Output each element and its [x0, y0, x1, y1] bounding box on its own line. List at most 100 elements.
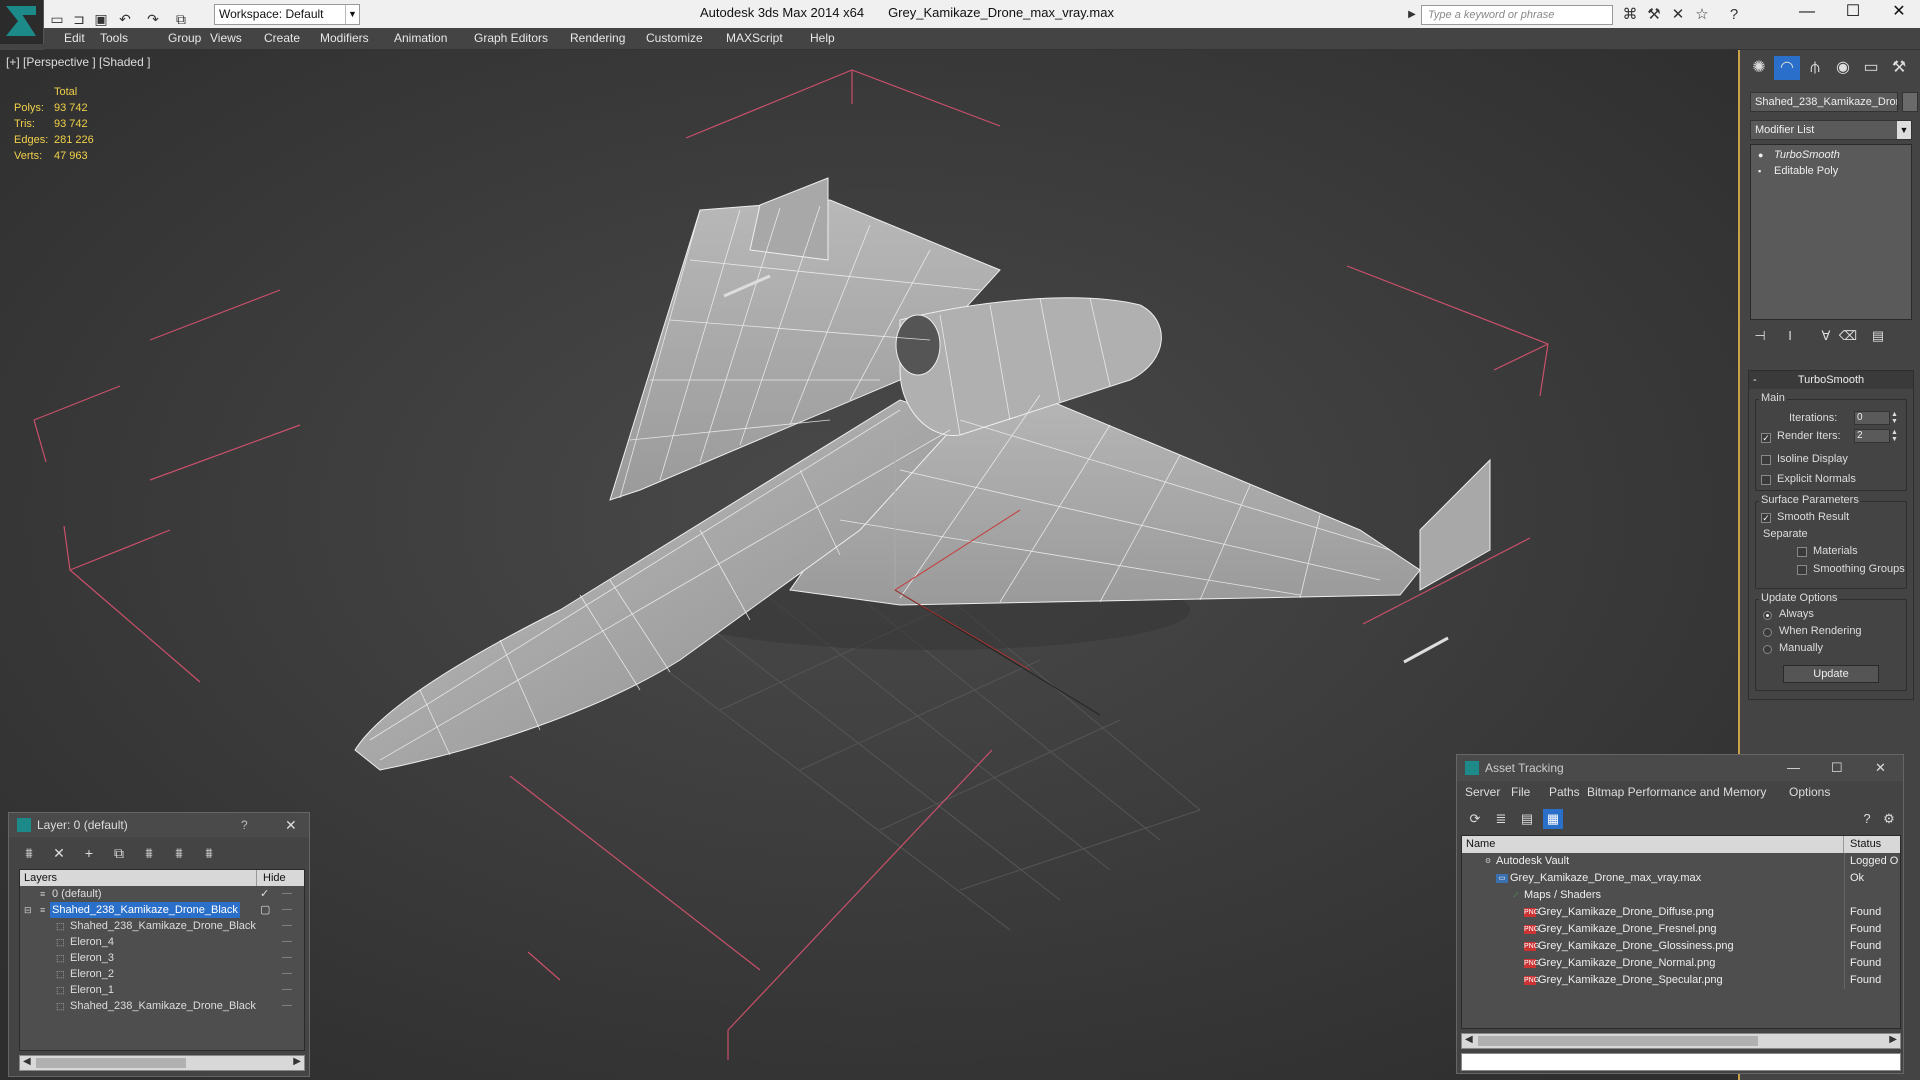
delete-layer-icon[interactable]: ✕: [49, 843, 69, 863]
motion-tab-icon[interactable]: ◉: [1830, 56, 1856, 80]
rollout-header[interactable]: - TurboSmooth: [1749, 371, 1913, 389]
new-file-icon[interactable]: ▭: [48, 10, 66, 28]
menu-rendering[interactable]: Rendering: [570, 31, 625, 45]
when-rendering-radio[interactable]: [1763, 628, 1772, 637]
hide-toggle[interactable]: —: [282, 982, 292, 998]
scroll-right-icon[interactable]: ▶: [1889, 1034, 1897, 1045]
asset-row[interactable]: PNG Grey_Kamikaze_Drone_Diffuse.png Found: [1462, 904, 1900, 921]
close-icon[interactable]: ✕: [285, 813, 297, 837]
materials-checkbox[interactable]: [1797, 547, 1807, 557]
smoothing-groups-checkbox[interactable]: [1797, 565, 1807, 575]
smooth-result-checkbox[interactable]: ✓: [1761, 513, 1771, 523]
modify-tab-icon[interactable]: ◠: [1774, 56, 1800, 80]
communication-center-icon[interactable]: ⚒: [1644, 5, 1664, 25]
highlight-layer-icon[interactable]: ⩩: [139, 843, 159, 863]
menu-create[interactable]: Create: [264, 31, 300, 45]
asset-menu-paths[interactable]: Paths: [1549, 785, 1580, 799]
maximize-icon[interactable]: ☐: [1830, 0, 1876, 26]
undo-icon[interactable]: ↶: [116, 10, 134, 28]
menu-views[interactable]: Views: [210, 31, 242, 45]
minimize-icon[interactable]: —: [1787, 755, 1800, 781]
close-icon[interactable]: ✕: [1876, 0, 1920, 26]
asset-menu-server[interactable]: Server: [1465, 785, 1500, 799]
object-row[interactable]: ⬚ Eleron_4 —: [20, 934, 304, 950]
object-row[interactable]: ⬚ Shahed_238_Kamikaze_Drone_Black —: [20, 918, 304, 934]
remove-modifier-icon[interactable]: ⌫: [1838, 326, 1858, 346]
asset-window-titlebar[interactable]: Asset Tracking — ☐ ✕: [1457, 755, 1903, 781]
help-icon[interactable]: ?: [1857, 809, 1877, 829]
scroll-right-icon[interactable]: ▶: [293, 1056, 301, 1067]
favorites-star-icon[interactable]: ☆: [1692, 5, 1712, 25]
layers-column-header[interactable]: Layers: [24, 870, 57, 886]
about-icon[interactable]: ⚙: [1879, 809, 1899, 829]
layer-row[interactable]: ≡ 0 (default) ✓ —: [20, 886, 304, 902]
menu-maxscript[interactable]: MAXScript: [726, 31, 783, 45]
status-column-header[interactable]: Status: [1843, 836, 1881, 853]
menu-edit[interactable]: Edit: [64, 31, 85, 45]
utilities-tab-icon[interactable]: ⚒: [1886, 56, 1912, 80]
hierarchy-tab-icon[interactable]: ⫛: [1802, 56, 1828, 80]
list-view-icon[interactable]: ≣: [1491, 809, 1511, 829]
asset-menu-file[interactable]: File: [1511, 785, 1530, 799]
close-icon[interactable]: ✕: [1875, 755, 1886, 781]
make-unique-icon[interactable]: ∀: [1816, 326, 1836, 346]
hide-toggle[interactable]: —: [282, 998, 292, 1014]
hide-toggle[interactable]: —: [282, 886, 292, 902]
asset-row[interactable]: ▭ Grey_Kamikaze_Drone_max_vray.max Ok: [1462, 870, 1900, 887]
add-layer-icon[interactable]: +: [79, 843, 99, 863]
hide-toggle[interactable]: —: [282, 934, 292, 950]
hide-toggle[interactable]: —: [282, 918, 292, 934]
scroll-left-icon[interactable]: ◀: [23, 1056, 31, 1067]
always-radio[interactable]: [1763, 611, 1772, 620]
object-row[interactable]: ⬚ Eleron_1 —: [20, 982, 304, 998]
object-row[interactable]: ⬚ Shahed_238_Kamikaze_Drone_Black —: [20, 998, 304, 1014]
asset-menu-bitmap-performance-and-memory[interactable]: Bitmap Performance and Memory: [1587, 785, 1766, 799]
object-color-swatch[interactable]: [1902, 92, 1918, 112]
save-icon[interactable]: ▣: [92, 10, 110, 28]
spinner-arrows-icon[interactable]: ▲ ▼: [1891, 411, 1899, 425]
asset-menu-options[interactable]: Options: [1789, 785, 1830, 799]
spinner-arrows-icon[interactable]: ▲ ▼: [1891, 429, 1899, 443]
object-row[interactable]: ⬚ Eleron_2 —: [20, 966, 304, 982]
hide-column-header[interactable]: Hide: [256, 870, 304, 886]
manually-radio[interactable]: [1763, 645, 1772, 654]
modifier-list-dropdown[interactable]: Modifier List ▼: [1750, 120, 1912, 140]
scroll-thumb[interactable]: [1478, 1036, 1758, 1046]
refresh-icon[interactable]: ⟳: [1465, 809, 1485, 829]
layer-horizontal-scrollbar[interactable]: ◀ ▶: [19, 1055, 305, 1071]
explicit-normals-checkbox[interactable]: [1761, 475, 1771, 485]
viewport-label[interactable]: [+] [Perspective ] [Shaded ]: [6, 55, 150, 69]
asset-horizontal-scrollbar[interactable]: ◀ ▶: [1461, 1033, 1901, 1049]
layer-window-titlebar[interactable]: Layer: 0 (default)? ✕: [9, 813, 309, 837]
menu-modifiers[interactable]: Modifiers: [320, 31, 369, 45]
configure-modifier-sets-icon[interactable]: ▤: [1868, 326, 1888, 346]
open-file-icon[interactable]: ⊐: [70, 10, 88, 28]
layers-stack-icon[interactable]: ⩩: [19, 843, 39, 863]
scroll-left-icon[interactable]: ◀: [1465, 1034, 1473, 1045]
active-check-icon[interactable]: ✓: [260, 886, 269, 902]
application-button[interactable]: [0, 0, 44, 44]
expand-plus-icon[interactable]: ▪: [1758, 166, 1768, 176]
asset-row[interactable]: PNG Grey_Kamikaze_Drone_Glossiness.png Fou…: [1462, 938, 1900, 955]
asset-row[interactable]: ⟋ Maps / Shaders: [1462, 887, 1900, 904]
stack-item-editable-poly[interactable]: ▪ Editable Poly: [1752, 163, 1910, 179]
name-column-header[interactable]: Name: [1466, 836, 1495, 853]
menu-animation[interactable]: Animation: [394, 31, 447, 45]
render-iters-checkbox[interactable]: ✓: [1761, 433, 1771, 443]
set-current-icon[interactable]: ▢: [260, 902, 270, 918]
search-input[interactable]: Type a keyword or phrase: [1421, 5, 1613, 25]
render-iters-spinner[interactable]: 2: [1854, 429, 1890, 443]
play-arrow-icon[interactable]: ▶: [1402, 5, 1422, 25]
minimize-icon[interactable]: —: [1784, 0, 1830, 26]
binoculars-icon[interactable]: ⌘: [1620, 5, 1640, 25]
tree-view-icon[interactable]: ▤: [1517, 809, 1537, 829]
isoline-display-checkbox[interactable]: [1761, 455, 1771, 465]
hide-layer-icon[interactable]: ⩩: [199, 843, 219, 863]
lightbulb-icon[interactable]: ●: [1758, 150, 1768, 160]
update-button[interactable]: Update: [1783, 665, 1879, 683]
asset-row[interactable]: PNG Grey_Kamikaze_Drone_Fresnel.png Found: [1462, 921, 1900, 938]
hide-toggle[interactable]: —: [282, 950, 292, 966]
object-row[interactable]: ⬚ Eleron_3 —: [20, 950, 304, 966]
help-icon[interactable]: ?: [1724, 5, 1744, 25]
project-folder-icon[interactable]: ⧉: [172, 10, 190, 28]
